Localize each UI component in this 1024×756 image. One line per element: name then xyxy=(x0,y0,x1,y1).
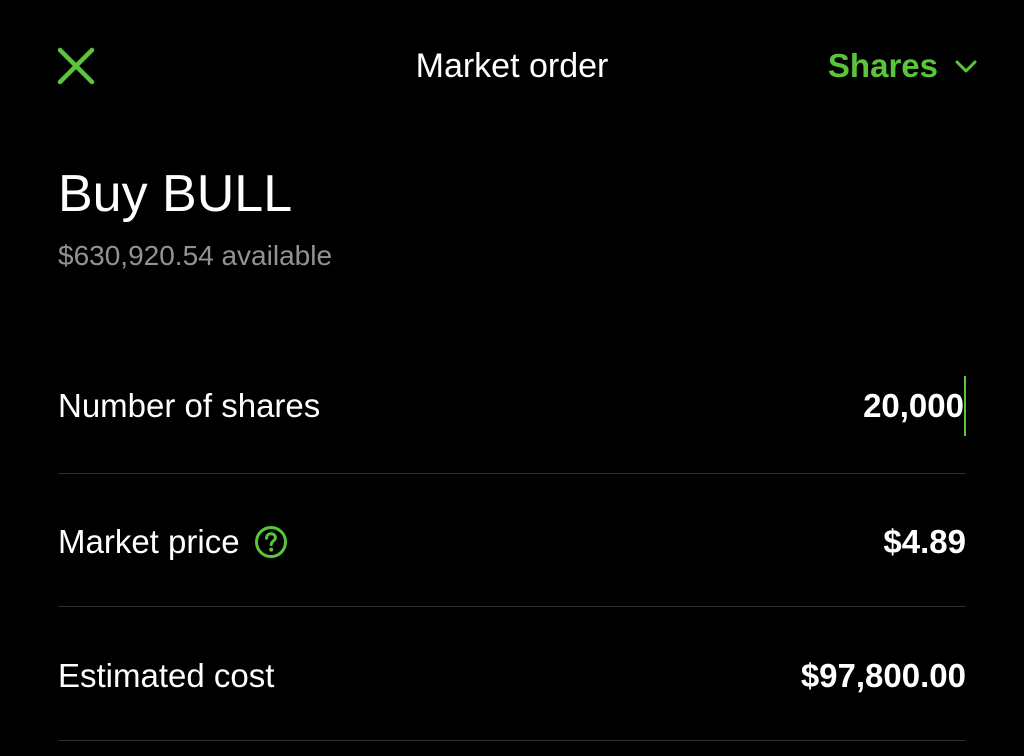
order-title: Buy BULL xyxy=(58,165,293,223)
market-price-label: Market price xyxy=(58,523,240,560)
divider xyxy=(58,473,966,474)
text-cursor xyxy=(964,376,966,436)
shares-input[interactable]: 20,000 xyxy=(863,376,966,436)
chevron-down-icon xyxy=(952,52,980,80)
order-header: Market order Shares xyxy=(0,0,1024,132)
estimated-cost-label: Estimated cost xyxy=(58,657,275,694)
close-button[interactable] xyxy=(52,42,100,90)
estimated-cost-value: $97,800.00 xyxy=(800,657,966,694)
divider xyxy=(58,740,966,741)
market-price-row: Market price $4.89 xyxy=(58,512,966,572)
order-type-dropdown[interactable]: Shares xyxy=(828,44,980,88)
market-price-label-group: Market price xyxy=(58,520,288,564)
buying-power-text: $630,920.54 available xyxy=(58,240,333,271)
page-title: Market order xyxy=(415,47,609,85)
divider xyxy=(58,606,966,607)
market-price-value: $4.89 xyxy=(883,523,966,560)
shares-row: Number of shares 20,000 xyxy=(58,376,966,436)
order-type-label: Shares xyxy=(827,47,938,84)
close-icon xyxy=(57,47,95,85)
shares-label: Number of shares xyxy=(58,387,321,424)
estimated-cost-row: Estimated cost $97,800.00 xyxy=(58,646,966,706)
help-icon[interactable] xyxy=(254,525,288,559)
shares-value: 20,000 xyxy=(863,387,964,424)
